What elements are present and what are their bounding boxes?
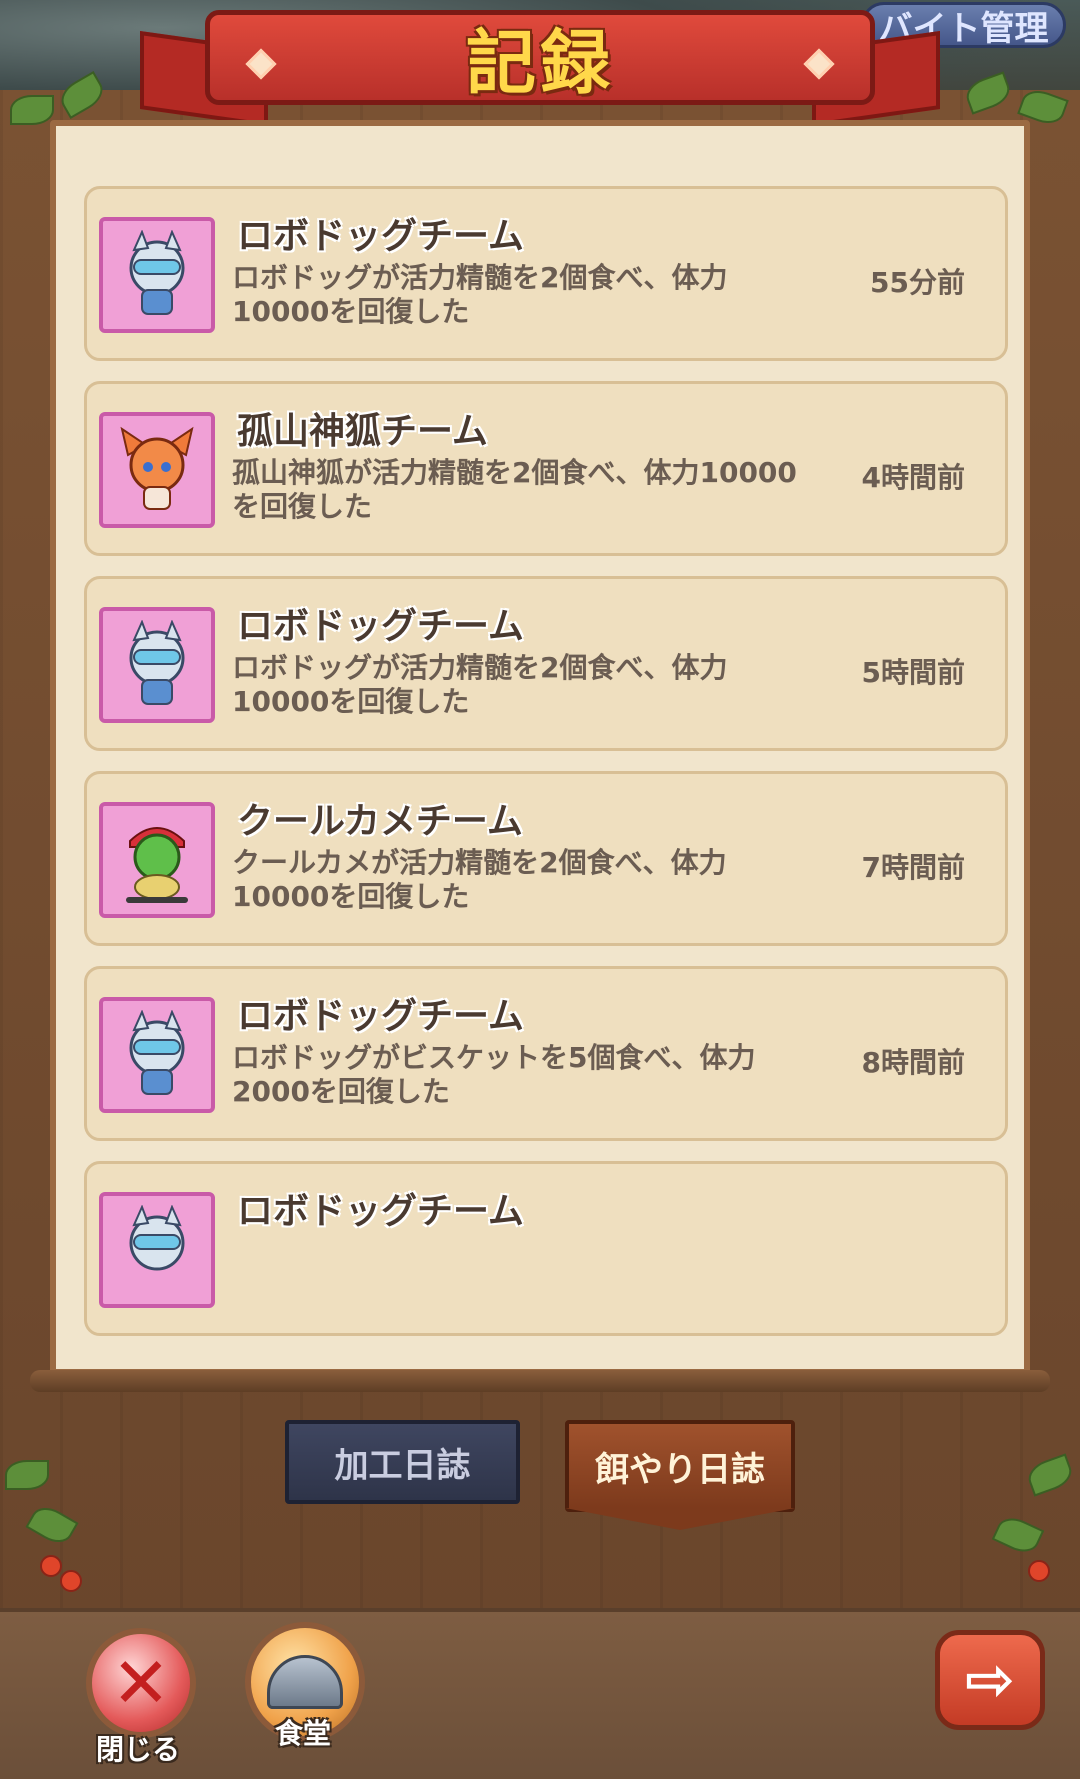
team-name: ロボドッグチーム <box>237 996 524 1037</box>
robo-dog-icon <box>99 607 215 723</box>
log-list[interactable]: ロボドッグチーム ロボドッグが活力精髄を2個食べ、体力10000を回復した 55… <box>84 186 1008 1353</box>
log-entry: ロボドッグチーム ロボドッグが活力精髄を2個食べ、体力10000を回復した 5時… <box>84 576 1008 751</box>
exit-icon: ⇨ <box>964 1645 1016 1715</box>
tab-processing-log[interactable]: 加工日誌 <box>285 1420 520 1504</box>
log-time: 8時間前 <box>861 1046 965 1079</box>
ornament-icon <box>803 48 835 80</box>
leaf-icon <box>10 95 54 125</box>
close-button[interactable]: ✕ <box>86 1628 196 1738</box>
log-description: 孤山神狐が活力精髄を2個食べ、体力10000を回復した <box>232 456 797 523</box>
title-plate: 記録 <box>205 10 875 105</box>
close-label: 閉じる <box>96 1733 181 1766</box>
log-description: ロボドッグが活力精髄を2個食べ、体力10000を回復した <box>232 651 728 718</box>
turtle-icon <box>99 802 215 918</box>
team-name: 孤山神狐チーム <box>237 411 488 452</box>
log-entry: 孤山神狐チーム 孤山神狐が活力精髄を2個食べ、体力10000を回復した 4時間前 <box>84 381 1008 556</box>
title-banner: 記録 <box>140 10 940 127</box>
log-time: 5時間前 <box>861 656 965 689</box>
log-entry: クールカメチーム クールカメが活力精髄を2個食べ、体力10000を回復した 7時… <box>84 771 1008 946</box>
berry-icon <box>1028 1560 1050 1582</box>
log-time: 55分前 <box>870 266 965 299</box>
berry-icon <box>40 1555 62 1577</box>
dining-label: 食堂 <box>275 1717 332 1750</box>
leaf-icon <box>5 1460 49 1490</box>
log-entry: ロボドッグチーム ロボドッグが活力精髄を2個食べ、体力10000を回復した 55… <box>84 186 1008 361</box>
log-entry: ロボドッグチーム ロボドッグがビスケットを5個食べ、体力2000を回復した 8時… <box>84 966 1008 1141</box>
log-description: ロボドッグが活力精髄を2個食べ、体力10000を回復した <box>232 261 728 328</box>
log-time: 7時間前 <box>861 851 965 884</box>
robo-dog-icon <box>99 997 215 1113</box>
close-icon: ✕ <box>111 1642 171 1724</box>
cloche-icon <box>267 1655 343 1709</box>
team-name: ロボドッグチーム <box>237 216 524 257</box>
ornament-icon <box>245 48 277 80</box>
exit-button[interactable]: ⇨ <box>935 1630 1045 1730</box>
team-name: ロボドッグチーム <box>237 606 524 647</box>
tab-feeding-log[interactable]: 餌やり日誌 <box>565 1420 795 1512</box>
log-entry: ロボドッグチーム <box>84 1161 1008 1336</box>
shelf-divider <box>30 1370 1050 1392</box>
log-description: クールカメが活力精髄を2個食べ、体力10000を回復した <box>232 846 727 913</box>
page-title: 記録 <box>466 22 614 104</box>
robo-dog-icon <box>99 217 215 333</box>
team-name: ロボドッグチーム <box>237 1191 524 1232</box>
log-time: 4時間前 <box>861 461 965 494</box>
log-panel: ロボドッグチーム ロボドッグが活力精髄を2個食べ、体力10000を回復した 55… <box>50 120 1030 1375</box>
fox-icon <box>99 412 215 528</box>
log-description: ロボドッグがビスケットを5個食べ、体力2000を回復した <box>232 1041 756 1108</box>
team-name: クールカメチーム <box>237 801 523 842</box>
robo-dog-icon <box>99 1192 215 1308</box>
berry-icon <box>60 1570 82 1592</box>
